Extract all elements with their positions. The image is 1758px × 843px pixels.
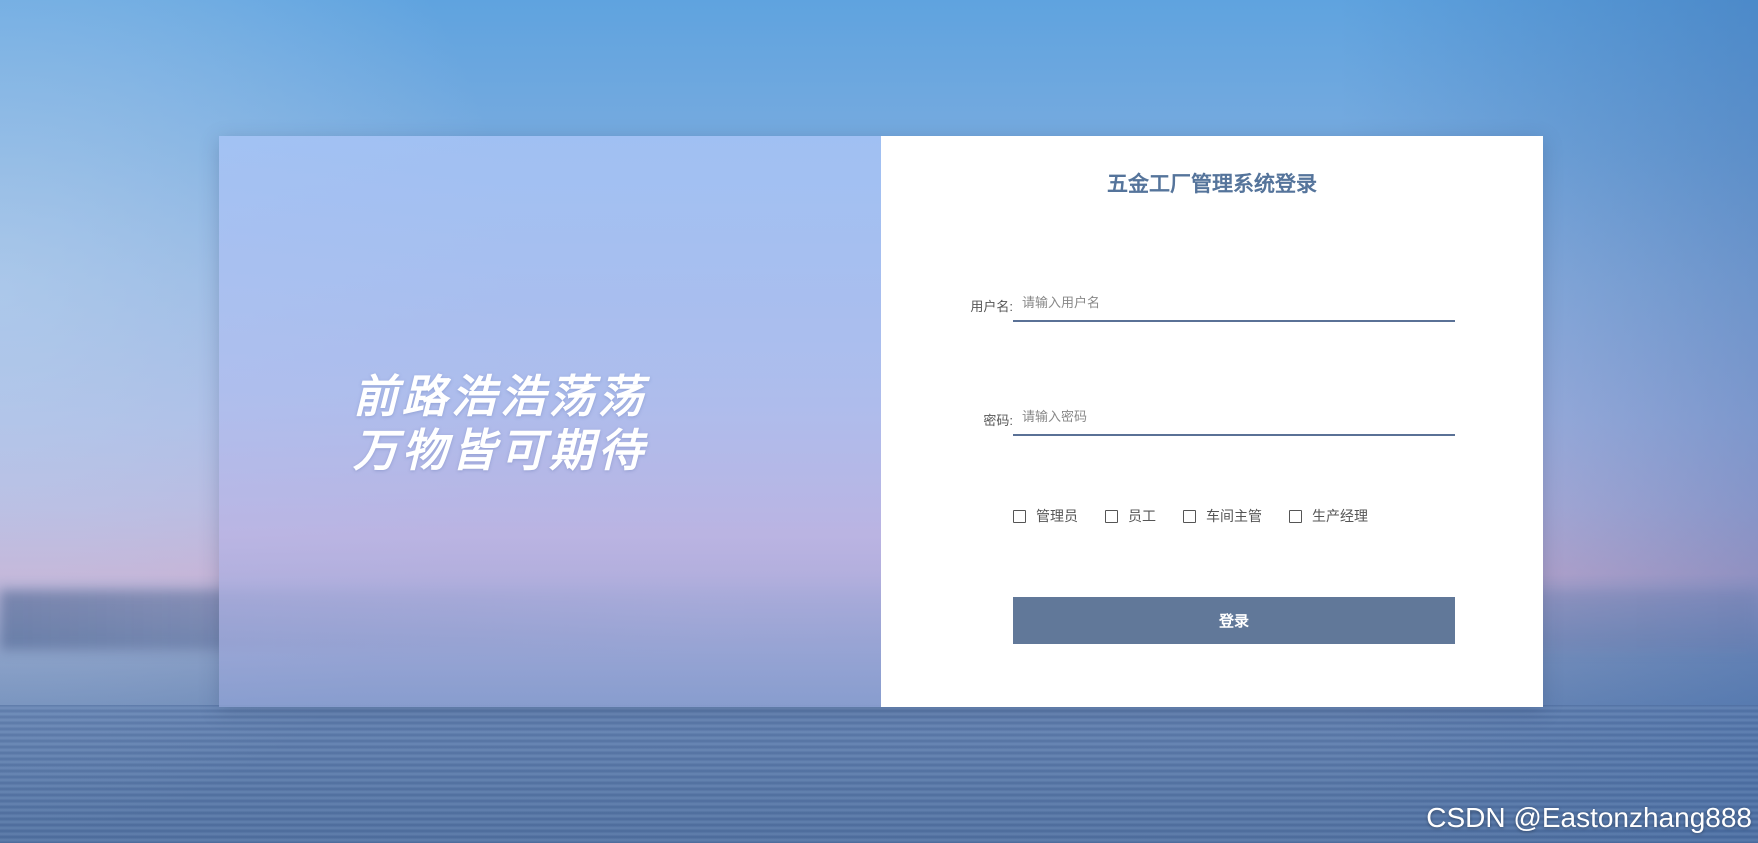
role-checkbox-production-manager[interactable] bbox=[1289, 509, 1302, 523]
role-option-employee[interactable]: 员工 bbox=[1105, 506, 1156, 526]
role-checkbox-admin[interactable] bbox=[1013, 509, 1026, 523]
slogan-line-2: 万物皆可期待 bbox=[353, 424, 648, 477]
role-option-production-manager[interactable]: 生产经理 bbox=[1289, 506, 1368, 526]
slogan-line-1: 前路浩浩荡荡 bbox=[353, 370, 648, 423]
password-row: 密码: bbox=[961, 398, 1461, 438]
watermark: CSDN @Eastonzhang888 bbox=[1426, 802, 1752, 833]
role-option-workshop-supervisor[interactable]: 车间主管 bbox=[1183, 506, 1262, 526]
role-label-production-manager: 生产经理 bbox=[1312, 508, 1368, 524]
login-form-panel: 五金工厂管理系统登录 用户名: 密码: 管理员 员工 车间主管 bbox=[881, 136, 1543, 707]
role-label-admin: 管理员 bbox=[1036, 508, 1078, 524]
role-option-admin[interactable]: 管理员 bbox=[1013, 506, 1078, 526]
hero-slogan: 前路浩浩荡荡 万物皆可期待 bbox=[353, 370, 647, 478]
password-label: 密码: bbox=[983, 413, 1013, 428]
username-input[interactable] bbox=[1013, 284, 1455, 322]
role-checkbox-workshop-supervisor[interactable] bbox=[1183, 509, 1196, 523]
login-title: 五金工厂管理系统登录 bbox=[1107, 173, 1317, 196]
login-card: 前路浩浩荡荡 万物皆可期待 五金工厂管理系统登录 用户名: 密码: 管理员 员工 bbox=[219, 136, 1543, 707]
login-button[interactable]: 登录 bbox=[1013, 597, 1455, 644]
role-label-workshop-supervisor: 车间主管 bbox=[1206, 508, 1262, 524]
username-row: 用户名: bbox=[961, 284, 1461, 324]
hero-panel: 前路浩浩荡荡 万物皆可期待 bbox=[219, 136, 881, 707]
role-label-employee: 员工 bbox=[1128, 508, 1156, 524]
username-label: 用户名: bbox=[970, 299, 1013, 314]
role-checkbox-employee[interactable] bbox=[1105, 509, 1118, 523]
role-options: 管理员 员工 车间主管 生产经理 bbox=[1013, 505, 1395, 527]
password-input[interactable] bbox=[1013, 398, 1455, 436]
